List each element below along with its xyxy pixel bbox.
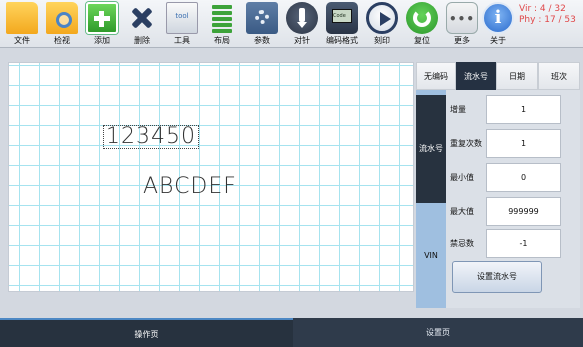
repeat-field[interactable]: 1 [486,129,561,158]
taboo-label: 禁忌数 [450,239,474,248]
tab-date[interactable]: 日期 [496,62,538,90]
play-icon [366,2,398,34]
taboo-row: 禁忌数 -1 [446,227,580,260]
layout-icon [206,2,238,34]
delete-button[interactable]: 删除 [122,0,162,48]
about-label: 关于 [490,36,506,45]
taboo-field[interactable]: -1 [486,229,561,258]
min-label: 最小值 [450,173,474,182]
max-label: 最大值 [450,207,474,216]
tab-operation-page[interactable]: 操作页 [0,318,293,347]
repeat-row: 重复次数 1 [446,127,580,160]
tool-icon: tool [166,2,198,34]
max-field[interactable]: 999999 [486,197,561,226]
engrave-button[interactable]: 刻印 [362,0,402,48]
bottom-tab-bar: 操作页 设置页 [0,318,583,347]
layout-button[interactable]: 布局 [202,0,242,48]
text-object-letters[interactable]: ABCDEF [143,176,237,198]
min-field[interactable]: 0 [486,163,561,192]
toolbar: 文件 检视 添加 删除 tool 工具 布局 参数 对针 Code 编码格式 刻… [0,0,583,48]
about-button[interactable]: i 关于 [478,0,518,48]
increment-row: 增量 1 [446,93,580,126]
info-icon: i [482,2,514,34]
reset-button[interactable]: 复位 [402,0,442,48]
max-row: 最大值 999999 [446,195,580,228]
phy-count: Phy : 17 / 53 [519,15,576,25]
dock-icon [286,2,318,34]
edit-canvas[interactable]: 123450 ABCDEF [8,62,414,292]
vir-count: Vir : 4 / 32 [519,4,566,14]
code-format-button[interactable]: Code 编码格式 [322,0,362,48]
serial-settings-panel: 增量 1 重复次数 1 最小值 0 最大值 999999 禁忌数 -1 设置流水… [446,90,580,308]
plus-icon [86,2,118,34]
gear-icon [246,2,278,34]
tool-button[interactable]: tool 工具 [162,0,202,48]
code-type-tabs: 无编码 流水号 日期 班次 [416,62,580,90]
text-object-serial[interactable]: 123450 [103,125,199,149]
mode-serial[interactable]: 流水号 [416,95,446,203]
folder-icon [6,2,38,34]
set-serial-button[interactable]: 设置流水号 [452,261,542,293]
tab-shift[interactable]: 班次 [538,62,580,90]
mode-selector: 流水号 VIN [416,90,446,308]
params-button[interactable]: 参数 [242,0,282,48]
reset-icon [406,2,438,34]
tab-no-code[interactable]: 无编码 [416,62,456,90]
version-info: Vir : 4 / 32 Phy : 17 / 53 [519,4,576,26]
increment-label: 增量 [450,105,466,114]
tab-serial[interactable]: 流水号 [456,62,496,90]
tab-settings-page[interactable]: 设置页 [293,318,583,347]
min-row: 最小值 0 [446,161,580,194]
dock-button[interactable]: 对针 [282,0,322,48]
add-button[interactable]: 添加 [82,0,122,48]
x-icon [126,2,158,34]
more-icon: ••• [446,2,478,34]
inspect-button[interactable]: 检视 [42,0,82,48]
repeat-label: 重复次数 [450,139,482,148]
magnifier-folder-icon [46,2,78,34]
file-button[interactable]: 文件 [2,0,42,48]
increment-field[interactable]: 1 [486,95,561,124]
code-icon: Code [326,2,358,34]
mode-vin[interactable]: VIN [416,203,446,308]
app-window: 文件 检视 添加 删除 tool 工具 布局 参数 对针 Code 编码格式 刻… [0,0,583,347]
